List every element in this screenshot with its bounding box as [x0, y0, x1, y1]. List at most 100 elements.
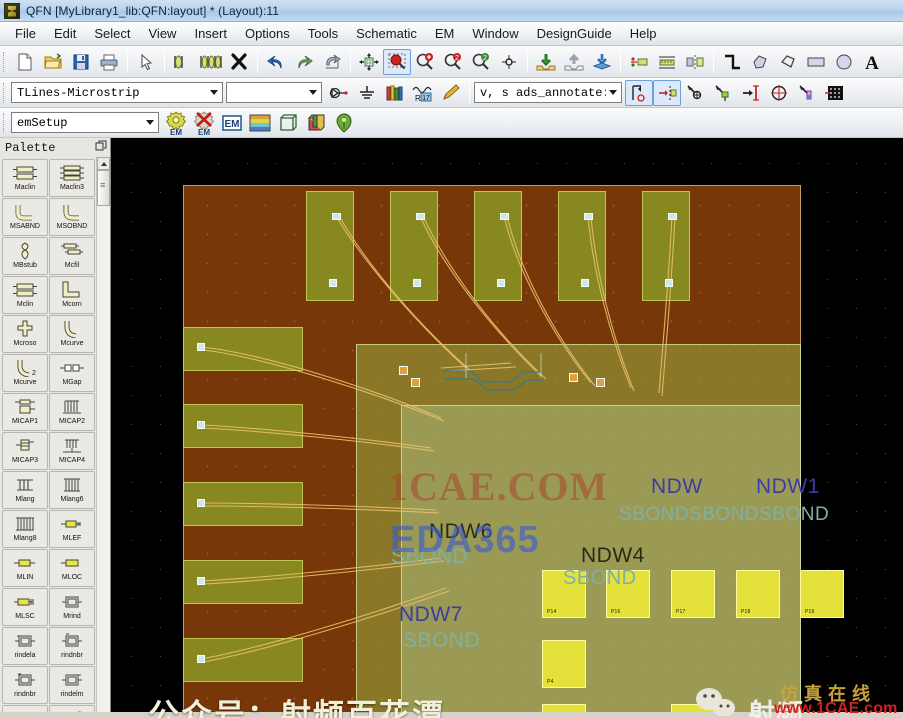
palette-item-msabnd[interactable]: MSABND [2, 198, 48, 236]
palette-item-maclin[interactable]: Maclin [2, 159, 48, 197]
undo-icon[interactable] [262, 49, 290, 75]
move-icon[interactable] [355, 49, 383, 75]
menu-view[interactable]: View [140, 24, 186, 43]
bond-pad[interactable]: P3 [542, 704, 586, 712]
port-pin-icon[interactable] [325, 80, 353, 106]
bond-pad[interactable]: P17 [671, 570, 715, 618]
snap-edge-icon[interactable] [737, 80, 765, 106]
palette-item-rindnbr[interactable]: rindnbr [49, 627, 95, 665]
bond-pad[interactable]: P4 [542, 640, 586, 688]
layout-canvas[interactable]: P14P16P17P18P19P4P3P20P2P21P1 NDW6SBONDN… [111, 138, 903, 712]
menu-edit[interactable]: Edit [45, 24, 85, 43]
align-center-icon[interactable] [197, 49, 225, 75]
rectangle-icon[interactable] [802, 49, 830, 75]
annotation-mode-combo[interactable]: v, s ads_annotate:( [474, 82, 622, 103]
pin-marker[interactable] [197, 343, 205, 351]
em-simulation-setup-icon[interactable]: EM [162, 110, 190, 136]
snap-center-icon[interactable] [765, 80, 793, 106]
palette-item-mcorn[interactable]: Mcorn [49, 276, 95, 314]
insert-pin-icon[interactable] [495, 49, 523, 75]
component-name-combo[interactable] [226, 82, 322, 103]
chevron-down-icon[interactable] [207, 84, 220, 101]
die-body[interactable] [401, 405, 801, 712]
palette-item-mloc[interactable]: MLOC [49, 549, 95, 587]
tune-parameter-icon[interactable]: R 17 [409, 80, 437, 106]
zoom-in-icon[interactable] [411, 49, 439, 75]
menu-file[interactable]: File [6, 24, 45, 43]
palette-item-mlang8[interactable]: Mlang8 [2, 510, 48, 548]
palette-item-micap1[interactable]: MICAP1 [2, 393, 48, 431]
pointer-select-icon[interactable] [132, 49, 160, 75]
ruler-icon[interactable] [653, 49, 681, 75]
pin-marker[interactable] [416, 213, 425, 220]
palette-item-micap4[interactable]: MICAP4 [49, 432, 95, 470]
pin-marker[interactable] [197, 577, 205, 585]
menu-select[interactable]: Select [85, 24, 139, 43]
palette-item-mcroso[interactable]: Mcroso [2, 315, 48, 353]
palette-item-rindnbr[interactable]: rindnbr [2, 705, 48, 712]
open-folder-icon[interactable] [39, 49, 67, 75]
polyline-icon[interactable] [774, 49, 802, 75]
3d-view-icon[interactable] [302, 110, 330, 136]
print-icon[interactable] [95, 49, 123, 75]
palette-item-mlang6[interactable]: Mlang6 [49, 471, 95, 509]
scrollbar-thumb[interactable] [97, 170, 110, 206]
pin-marker[interactable] [197, 421, 205, 429]
pin-marker[interactable] [668, 213, 677, 220]
via-marker[interactable] [596, 378, 605, 387]
chevron-down-icon[interactable] [306, 84, 319, 101]
zoom-area-icon[interactable] [383, 48, 411, 75]
zoom-out-icon[interactable]: 2 [439, 49, 467, 75]
pin-marker[interactable] [197, 655, 205, 663]
bond-pad[interactable]: P14 [542, 570, 586, 618]
bond-pad[interactable]: P20 [671, 704, 715, 712]
save-disk-icon[interactable] [67, 49, 95, 75]
mirror-icon[interactable] [681, 49, 709, 75]
menu-em[interactable]: EM [426, 24, 464, 43]
palette-item-rindnbr[interactable]: rindnbr [2, 666, 48, 704]
palette-item-mlin[interactable]: MLIN [2, 549, 48, 587]
push-into-icon[interactable] [532, 49, 560, 75]
menu-options[interactable]: Options [236, 24, 299, 43]
annotate-icon[interactable] [625, 49, 653, 75]
em-setup-combo[interactable]: emSetup [11, 112, 159, 133]
palette-item-mcurve[interactable]: 2 Mcurve [2, 354, 48, 392]
via-marker[interactable] [569, 373, 578, 382]
scroll-up-icon[interactable] [97, 157, 110, 170]
align-left-icon[interactable] [169, 49, 197, 75]
palette-item-mrind[interactable]: Mrind [49, 588, 95, 626]
palette-item-mlang[interactable]: Mlang [2, 471, 48, 509]
em-simulate-icon[interactable]: EM [218, 110, 246, 136]
edit-pencil-icon[interactable] [437, 80, 465, 106]
toolbar-grip[interactable] [3, 112, 8, 133]
zoom-full-icon[interactable]: 2 [467, 49, 495, 75]
menu-designguide[interactable]: DesignGuide [528, 24, 621, 43]
snap-vertex-icon[interactable] [681, 80, 709, 106]
undock-icon[interactable] [95, 140, 107, 156]
pin-marker[interactable] [500, 213, 509, 220]
pin-marker[interactable] [197, 499, 205, 507]
palette-item-micap2[interactable]: MICAP2 [49, 393, 95, 431]
menu-window[interactable]: Window [463, 24, 527, 43]
menu-tools[interactable]: Tools [299, 24, 347, 43]
ground-icon[interactable] [353, 80, 381, 106]
toolbar-grip[interactable] [3, 51, 8, 72]
palette-item-mlef[interactable]: MLEF [49, 510, 95, 548]
pin-marker[interactable] [332, 213, 341, 220]
bond-pad[interactable]: P18 [736, 570, 780, 618]
pin-marker[interactable] [497, 279, 505, 287]
component-library-icon[interactable] [381, 80, 409, 106]
measure-origin-icon[interactable] [625, 79, 653, 106]
menu-schematic[interactable]: Schematic [347, 24, 426, 43]
component-library-combo[interactable]: TLines-Microstrip [11, 82, 223, 103]
chevron-down-icon[interactable] [606, 84, 619, 101]
3d-preview-icon[interactable] [274, 110, 302, 136]
circle-icon[interactable] [830, 49, 858, 75]
pin-marker[interactable] [329, 279, 337, 287]
pin-marker[interactable] [584, 213, 593, 220]
palette-item-mcurve[interactable]: Mcurve [49, 315, 95, 353]
menu-help[interactable]: Help [621, 24, 666, 43]
palette-scrollbar[interactable] [96, 157, 110, 712]
em-cosimulation-icon[interactable] [330, 110, 358, 136]
text-icon[interactable]: A [858, 49, 886, 75]
